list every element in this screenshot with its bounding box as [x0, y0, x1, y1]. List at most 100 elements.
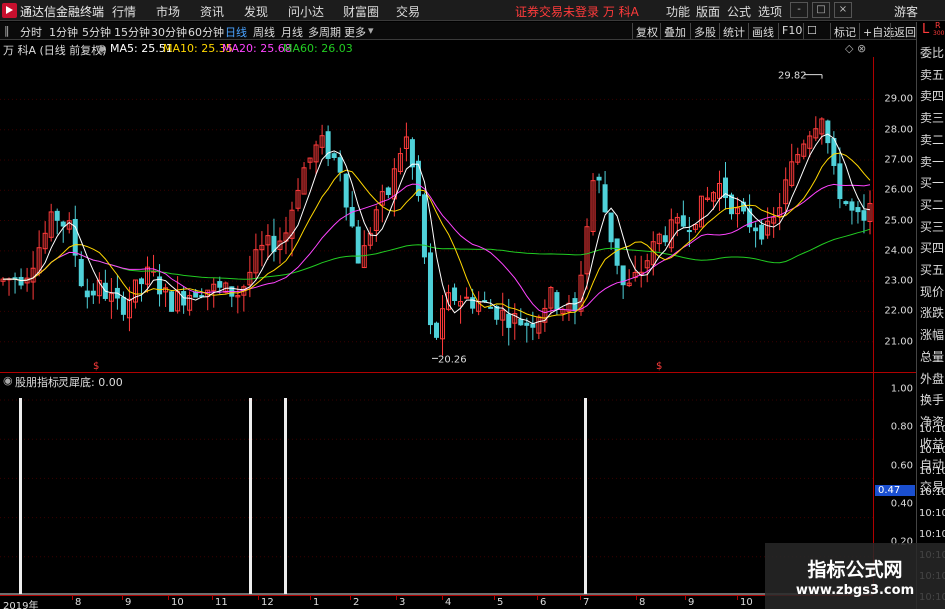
candle-body — [349, 207, 355, 227]
sidebar-time: 10:10 — [919, 445, 945, 456]
period-30min[interactable]: 30分钟 — [151, 24, 187, 40]
stock-title: 万 科A (日线 前复权) — [3, 44, 107, 57]
candle-body — [596, 176, 602, 181]
sidebar-label[interactable]: 外盘 — [920, 370, 944, 387]
candle-body — [331, 153, 337, 158]
tool-fuquan[interactable]: 复权 — [632, 23, 661, 39]
date-divider — [122, 596, 123, 600]
chart-diamond-icon[interactable]: ◇ — [845, 42, 853, 55]
chart-close-icon[interactable]: ⊗ — [857, 42, 866, 55]
sidebar-label[interactable]: 涨幅 — [920, 326, 944, 343]
candle-body — [217, 281, 223, 288]
app-window: 通达信金融终端 行情 市场 资讯 发现 问小达 财富圈 交易 证券交易未登录 万… — [0, 0, 945, 609]
tool-xuanfu-icon[interactable]: ☐ — [803, 23, 820, 39]
login-warning[interactable]: 证券交易未登录 万 科A — [515, 3, 639, 20]
signal-spike — [584, 398, 587, 594]
period-1min[interactable]: 1分钟 — [49, 24, 78, 40]
date-tick: 10 — [740, 597, 753, 608]
signal-spike — [284, 398, 287, 594]
menu-gongshi[interactable]: 公式 — [727, 3, 751, 20]
sidebar-label[interactable]: 买五 — [920, 261, 944, 278]
sidebar-label[interactable]: 换手 — [920, 391, 944, 408]
sidebar-r-label[interactable]: R — [935, 21, 941, 30]
tool-fanhui[interactable]: 返回 — [890, 23, 919, 39]
candle-body — [470, 297, 476, 309]
ma-info-bar: 万 科A (日线 前复权) ◉ MA5: 25.51 MA10: 25.35 M… — [0, 41, 870, 57]
period-fenshi[interactable]: 分时 — [20, 24, 42, 40]
candle-body — [90, 290, 96, 296]
menu-banmian[interactable]: 版面 — [696, 3, 720, 20]
app-title: 通达信金融终端 — [20, 5, 105, 19]
indicator-tick: 0.60 — [890, 460, 913, 472]
sidebar-label[interactable]: 买三 — [920, 218, 944, 235]
sidebar-label[interactable]: 买一 — [920, 174, 944, 191]
tool-diejia[interactable]: 叠加 — [660, 23, 689, 39]
candlestick-chart[interactable]: 29.82 20.26 $ $ — [0, 57, 873, 372]
tool-huaxian[interactable]: 画线 — [748, 23, 777, 39]
tool-f10[interactable]: F10 — [778, 23, 805, 39]
period-weekly[interactable]: 周线 — [253, 24, 275, 40]
date-tick: 7 — [583, 597, 590, 608]
date-divider — [636, 596, 637, 600]
sidebar-label[interactable]: 卖三 — [920, 109, 944, 126]
sidebar-time: 10:10 — [919, 466, 945, 477]
sidebar-label[interactable]: 卖五 — [920, 66, 944, 83]
maximize-button[interactable]: □ — [812, 2, 830, 18]
period-more[interactable]: 更多 — [344, 24, 366, 40]
menu-xuanxiang[interactable]: 选项 — [758, 3, 782, 20]
menu-faxian[interactable]: 发现 — [244, 3, 268, 20]
candle-body — [482, 300, 488, 303]
date-tick: 8 — [639, 597, 646, 608]
sidebar-label[interactable]: 卖四 — [920, 87, 944, 104]
period-multi[interactable]: 多周期 — [308, 24, 341, 40]
dividend-marker[interactable]: $ — [656, 361, 662, 372]
menu-jiaoyi[interactable]: 交易 — [396, 3, 420, 20]
sidebar-time: 10:10 — [919, 424, 945, 435]
candle-body — [409, 139, 415, 168]
guest-label[interactable]: 游客 — [894, 3, 918, 20]
period-15min[interactable]: 15分钟 — [114, 24, 150, 40]
sidebar-time: 10:10 — [919, 529, 945, 540]
indicator-chart[interactable] — [0, 389, 873, 595]
sidebar-label[interactable]: 买二 — [920, 196, 944, 213]
minimize-button[interactable]: - — [790, 2, 808, 18]
sub-toggle-icon[interactable]: ◉ — [3, 374, 13, 387]
price-tick: 29.00 — [884, 93, 913, 105]
ma10-line — [2, 152, 871, 319]
sidebar-l-label[interactable]: L — [922, 22, 929, 37]
tool-duogu[interactable]: 多股 — [690, 23, 719, 39]
candle-body — [421, 194, 427, 258]
candle-body — [494, 306, 500, 320]
candle-body — [518, 318, 524, 326]
sidebar-label[interactable]: 卖二 — [920, 131, 944, 148]
sidebar-label[interactable]: 卖一 — [920, 153, 944, 170]
candle-body — [343, 173, 349, 208]
menu-caifuquan[interactable]: 财富圈 — [343, 3, 379, 20]
menu-hangqing[interactable]: 行情 — [112, 3, 136, 20]
price-tick: 28.00 — [884, 124, 913, 136]
period-daily[interactable]: 日线 — [225, 24, 247, 40]
sidebar-label[interactable]: 委比 — [920, 44, 944, 61]
candle-body — [427, 252, 433, 326]
period-5min[interactable]: 5分钟 — [82, 24, 111, 40]
indicator-toggle-icon[interactable]: ◉ — [97, 42, 107, 55]
sidebar-label[interactable]: 买四 — [920, 239, 944, 256]
sidebar-label[interactable]: 现价 — [920, 283, 944, 300]
candle-body — [855, 207, 861, 213]
dividend-marker[interactable]: $ — [93, 361, 99, 372]
menu-zixun[interactable]: 资讯 — [200, 3, 224, 20]
candle-body — [849, 201, 855, 211]
period-monthly[interactable]: 月线 — [281, 24, 303, 40]
price-tick: 26.00 — [884, 184, 913, 196]
close-button[interactable]: × — [834, 2, 852, 18]
more-arrow-icon[interactable]: ▾ — [368, 24, 374, 37]
tool-biaoji[interactable]: 标记 — [830, 23, 859, 39]
tool-tongji[interactable]: 统计 — [719, 23, 748, 39]
sidebar-label[interactable]: 总量 — [920, 348, 944, 365]
sub-indicator-value: 灵犀底: 0.00 — [58, 376, 123, 389]
menu-shichang[interactable]: 市场 — [156, 3, 180, 20]
menu-gongneng[interactable]: 功能 — [666, 3, 690, 20]
menu-wenxiaoda[interactable]: 问小达 — [288, 3, 324, 20]
sidebar-label[interactable]: 涨跌 — [920, 304, 944, 321]
period-60min[interactable]: 60分钟 — [188, 24, 224, 40]
